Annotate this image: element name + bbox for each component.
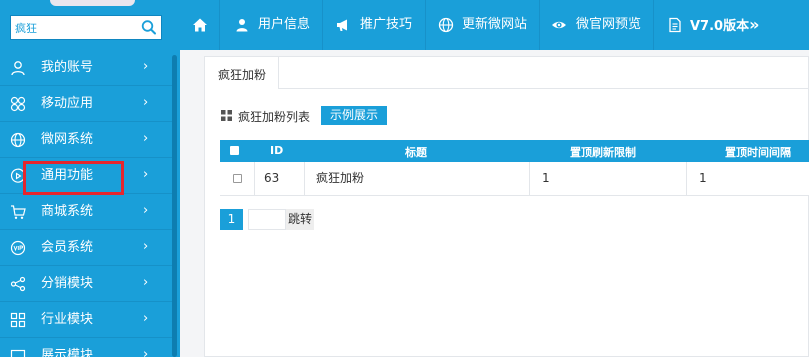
chevron-right-icon: ›: [143, 95, 149, 110]
sidebar-item-display[interactable]: 展示模块 ›: [0, 338, 172, 357]
search-input[interactable]: [15, 19, 135, 36]
nav-home[interactable]: [180, 0, 220, 50]
table-header: ID 标题 置顶刷新限制 置顶时间间隔: [220, 140, 809, 162]
sidebar-item-label: 行业模块: [41, 312, 94, 327]
sidebar-item-label: 微网系统: [41, 132, 94, 147]
document-icon: [667, 17, 683, 33]
chevron-right-icon: ›: [143, 347, 149, 357]
double-chevron-icon: »: [749, 15, 760, 34]
tab-divider: [279, 88, 809, 89]
cell-interval: 1: [699, 171, 707, 185]
chevron-right-icon: ›: [143, 59, 149, 74]
row-checkbox[interactable]: [233, 174, 242, 183]
cell-refresh-limit: 1: [530, 162, 687, 195]
chevron-right-icon: ›: [143, 275, 149, 290]
tab-crazy-fans[interactable]: 疯狂加粉: [205, 57, 279, 89]
chevron-right-icon: ›: [143, 239, 149, 254]
sidebar: 我的账号 › 移动应用 › 微网系统 › 通用功能 › 商城系统 › 会员系统 …: [0, 0, 180, 357]
chevron-right-icon: ›: [143, 203, 149, 218]
sidebar-item-label: 我的账号: [41, 60, 94, 75]
home-icon: [192, 17, 208, 33]
top-nav: 用户信息 推广技巧 更新微网站 微官网预览 V7.0版本»: [180, 0, 809, 50]
row-select-cell: [220, 162, 255, 195]
nav-label: V7.0版本»: [690, 15, 760, 35]
nav-label: 微官网预览: [576, 17, 642, 32]
globe-icon: [10, 132, 26, 148]
display-icon: [10, 348, 26, 357]
nav-update-site[interactable]: 更新微网站: [426, 0, 540, 50]
search-box: [10, 15, 162, 40]
flower-icon: [10, 96, 26, 112]
column-header-title: 标题: [405, 146, 427, 159]
sidebar-item-my-account[interactable]: 我的账号 ›: [0, 50, 172, 86]
nav-label: 更新微网站: [462, 17, 528, 32]
sidebar-item-mobile-apps[interactable]: 移动应用 ›: [0, 86, 172, 122]
chevron-right-icon: ›: [143, 311, 149, 326]
sidebar-item-mall-system[interactable]: 商城系统 ›: [0, 194, 172, 230]
sidebar-item-label: 移动应用: [41, 96, 94, 111]
sidebar-item-label: 分销模块: [41, 276, 94, 291]
cart-icon: [10, 204, 26, 220]
jump-button[interactable]: 跳转: [286, 209, 314, 230]
chevron-right-icon: ›: [143, 167, 149, 182]
table-row[interactable]: 63 疯狂加粉 1 1: [220, 162, 809, 196]
cell-title: 疯狂加粉: [305, 162, 530, 195]
select-all-checkbox[interactable]: [230, 146, 239, 155]
nav-user-info[interactable]: 用户信息: [220, 0, 323, 50]
demo-button[interactable]: 示例展示: [321, 106, 387, 125]
nav-version[interactable]: V7.0版本»: [654, 0, 809, 50]
search-icon[interactable]: [141, 19, 157, 36]
share-icon: [10, 276, 26, 292]
user-icon: [234, 17, 250, 33]
nav-label: 用户信息: [258, 17, 311, 32]
grid-icon: [221, 110, 232, 121]
vip-icon: [10, 240, 26, 256]
user-icon: [10, 60, 26, 76]
column-header-id: ID: [270, 144, 284, 157]
avatar: [50, 0, 135, 6]
sidebar-item-micro-site[interactable]: 微网系统 ›: [0, 122, 172, 158]
main-panel: 疯狂加粉 疯狂加粉列表 示例展示 ID 标题 置顶刷新限制 置顶时间间隔 63 …: [204, 56, 809, 357]
list-title-label: 疯狂加粉列表: [238, 110, 311, 124]
nav-label: 推广技巧: [360, 17, 413, 32]
sidebar-item-distribution[interactable]: 分销模块 ›: [0, 266, 172, 302]
chevron-right-icon: ›: [143, 131, 149, 146]
sidebar-item-industry[interactable]: 行业模块 ›: [0, 302, 172, 338]
page-jump-input[interactable]: [248, 209, 286, 230]
eye-icon: [551, 17, 567, 33]
megaphone-icon: [335, 17, 351, 33]
sidebar-item-label: 会员系统: [41, 240, 94, 255]
sidebar-item-label: 展示模块: [41, 348, 94, 357]
globe-icon: [438, 17, 454, 33]
sidebar-item-member-system[interactable]: 会员系统 ›: [0, 230, 172, 266]
grid-icon: [10, 312, 26, 328]
sidebar-item-label: 商城系统: [41, 204, 94, 219]
nav-promotion-tips[interactable]: 推广技巧: [323, 0, 426, 50]
column-header-refresh-limit: 置顶刷新限制: [570, 146, 636, 159]
sidebar-scrollbar[interactable]: [172, 55, 177, 357]
page-button-current[interactable]: 1: [220, 209, 243, 230]
highlight-box: [23, 161, 124, 195]
column-header-interval: 置顶时间间隔: [725, 146, 791, 159]
nav-site-preview[interactable]: 微官网预览: [540, 0, 654, 50]
tab-label: 疯狂加粉: [218, 68, 267, 82]
cell-id: 63: [255, 162, 305, 195]
